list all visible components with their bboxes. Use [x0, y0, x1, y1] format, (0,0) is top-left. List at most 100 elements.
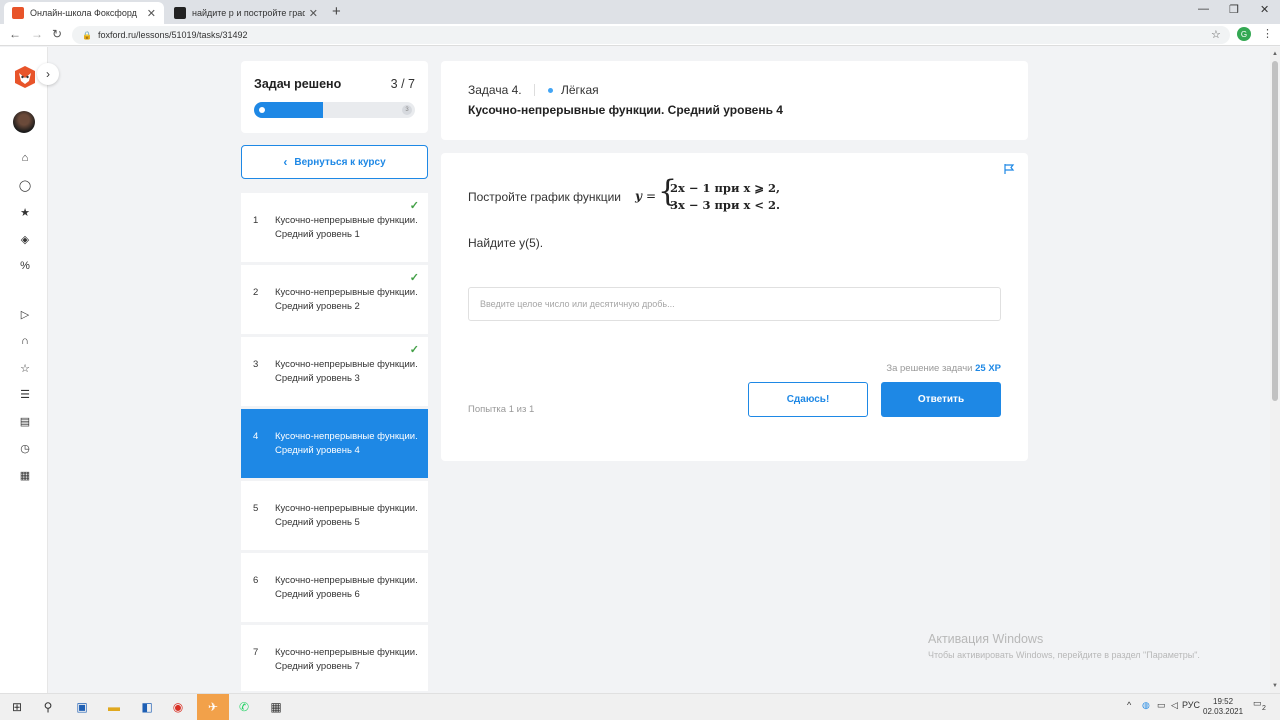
difficulty-level: Лёгкая	[561, 83, 599, 97]
task-list-item-6[interactable]: 6 Кусочно-непрерывные функции. Средний у…	[241, 553, 428, 622]
notifications-icon[interactable]: ▭	[1253, 698, 1262, 709]
system-clock[interactable]: 19:52 02.03.2021	[1203, 697, 1243, 717]
search-icon[interactable]: ⚲	[38, 697, 58, 717]
search-favicon-icon	[174, 7, 186, 19]
task-name: Кусочно-непрерывные функции. Средний уро…	[275, 575, 418, 600]
minimize-icon[interactable]: —	[1198, 3, 1209, 15]
task-number: 6	[253, 575, 259, 586]
store-icon[interactable]: ◧	[137, 697, 157, 717]
close-window-icon[interactable]: ✕	[1260, 3, 1269, 16]
task-view-icon[interactable]: ▣	[72, 697, 92, 717]
windows-activation-text: Чтобы активировать Windows, перейдите в …	[928, 650, 1200, 660]
task-number: 1	[253, 215, 259, 226]
scroll-down-icon[interactable]: ▼	[1272, 683, 1278, 689]
report-flag-icon[interactable]	[1003, 163, 1015, 175]
tab-title: найдите р и постройте график	[192, 8, 305, 18]
tab-title: Онлайн-школа Фоксфорд	[30, 8, 137, 18]
task-list-item-1[interactable]: 1 Кусочно-непрерывные функции. Средний у…	[241, 193, 428, 262]
task-name: Кусочно-непрерывные функции. Средний уро…	[275, 503, 418, 528]
forward-arrow-icon[interactable]: →	[31, 27, 43, 41]
find-text: Найдите y(5).	[468, 236, 544, 250]
difficulty-dot-icon	[548, 88, 553, 93]
lock-icon: 🔒	[82, 30, 92, 40]
task-list-item-5[interactable]: 5 Кусочно-непрерывные функции. Средний у…	[241, 481, 428, 550]
give-up-button[interactable]: Сдаюсь!	[748, 382, 868, 417]
foxford-favicon-icon	[12, 7, 24, 19]
check-icon: ✓	[409, 272, 419, 284]
task-label: Задача 4.	[468, 83, 522, 97]
task-name: Кусочно-непрерывные функции. Средний уро…	[275, 431, 418, 456]
task-list-item-3[interactable]: 3 Кусочно-непрерывные функции. Средний у…	[241, 337, 428, 406]
reward-label: За решение задачи	[886, 363, 973, 374]
task-list-item-7[interactable]: 7 Кусочно-непрерывные функции. Средний у…	[241, 625, 428, 691]
foxford-logo-icon[interactable]	[13, 65, 37, 89]
star-icon[interactable]: ★	[18, 205, 32, 219]
task-list-item-2[interactable]: 2 Кусочно-непрерывные функции. Средний у…	[241, 265, 428, 334]
submit-answer-button[interactable]: Ответить	[881, 382, 1001, 417]
close-tab-icon[interactable]: ✕	[147, 7, 156, 20]
progress-end-marker: 3	[402, 105, 412, 115]
reward-xp: 25 XP	[975, 363, 1001, 374]
task-number: 4	[253, 431, 259, 442]
user-avatar[interactable]	[13, 111, 35, 133]
answer-input[interactable]	[468, 287, 1001, 321]
expand-sidebar-button[interactable]: ›	[37, 63, 59, 85]
chat-icon[interactable]: ◯	[18, 178, 32, 192]
chrome-icon[interactable]: ◉	[168, 697, 188, 717]
telegram-icon[interactable]: ✈	[203, 697, 223, 717]
close-tab-icon[interactable]: ✕	[309, 7, 318, 20]
browser-tab-foxford[interactable]: Онлайн-школа Фоксфорд ✕	[4, 2, 164, 24]
task-name: Кусочно-непрерывные функции. Средний уро…	[275, 647, 418, 672]
back-to-course-button[interactable]: ‹ Вернуться к курсу	[241, 145, 428, 179]
back-arrow-icon[interactable]: ←	[9, 27, 21, 41]
file-explorer-icon[interactable]: ▬	[104, 697, 124, 717]
language-indicator[interactable]: РУС	[1182, 700, 1200, 710]
star-outline-icon[interactable]: ☆	[18, 361, 32, 375]
headphones-icon[interactable]: ∩	[18, 334, 32, 348]
equals-sign: =	[646, 189, 657, 203]
clock-time: 19:52	[1213, 697, 1234, 706]
profile-avatar[interactable]: G	[1237, 27, 1251, 41]
task-number: 7	[253, 647, 259, 658]
scroll-up-icon[interactable]: ▲	[1272, 51, 1278, 57]
tag-icon[interactable]: ◈	[18, 232, 32, 246]
progress-start-dot	[259, 107, 265, 113]
task-list-item-4-active[interactable]: 4 Кусочно-непрерывные функции. Средний у…	[241, 409, 428, 478]
percent-icon[interactable]: %	[18, 259, 32, 273]
scroll-thumb[interactable]	[1272, 61, 1278, 401]
task-title: Кусочно-непрерывные функции. Средний уро…	[468, 103, 783, 117]
task-name: Кусочно-непрерывные функции. Средний уро…	[275, 215, 418, 240]
clock-icon[interactable]: ◷	[18, 441, 32, 455]
task-number: 3	[253, 359, 259, 370]
task-number: 2	[253, 287, 259, 298]
tray-chevron-icon[interactable]: ^	[1127, 700, 1131, 710]
notebook-icon[interactable]: ▦	[18, 468, 32, 482]
restore-icon[interactable]: ❐	[1229, 3, 1239, 16]
browser-tab-search[interactable]: найдите р и постройте график ✕	[166, 2, 326, 24]
reload-icon[interactable]: ↻	[52, 27, 62, 41]
task-name: Кусочно-непрерывные функции. Средний уро…	[275, 287, 418, 312]
list-icon[interactable]: ☰	[18, 387, 32, 401]
volume-icon[interactable]: ◁	[1171, 700, 1178, 711]
calculator-icon[interactable]: ▦	[266, 697, 286, 717]
page-scrollbar[interactable]: ▲ ▼	[1270, 47, 1280, 693]
home-icon[interactable]: ⌂	[18, 151, 32, 165]
back-to-course-label: Вернуться к курсу	[294, 156, 386, 168]
chevron-right-icon: ›	[46, 67, 50, 81]
function-variable: y	[635, 189, 642, 203]
clock-date: 02.03.2021	[1203, 707, 1244, 716]
task-number: 5	[253, 503, 259, 514]
browser-menu-icon[interactable]: ⋮	[1262, 27, 1273, 40]
address-bar[interactable]: 🔒 foxford.ru/lessons/51019/tasks/31492	[72, 26, 1230, 44]
new-tab-icon[interactable]: +	[332, 3, 341, 20]
notifications-count: 2	[1262, 705, 1266, 712]
chevron-left-icon: ‹	[283, 155, 288, 169]
whatsapp-icon[interactable]: ✆	[234, 697, 254, 717]
question-text: Постройте график функции	[468, 190, 621, 204]
bookmark-star-icon[interactable]: ☆	[1211, 28, 1221, 41]
windows-start-icon[interactable]: ⊞	[7, 697, 27, 717]
network-globe-icon[interactable]: ◍	[1142, 700, 1150, 711]
battery-icon[interactable]: ▭	[1157, 700, 1166, 711]
stack-icon[interactable]: ▤	[18, 414, 32, 428]
play-icon[interactable]: ▷	[18, 307, 32, 321]
